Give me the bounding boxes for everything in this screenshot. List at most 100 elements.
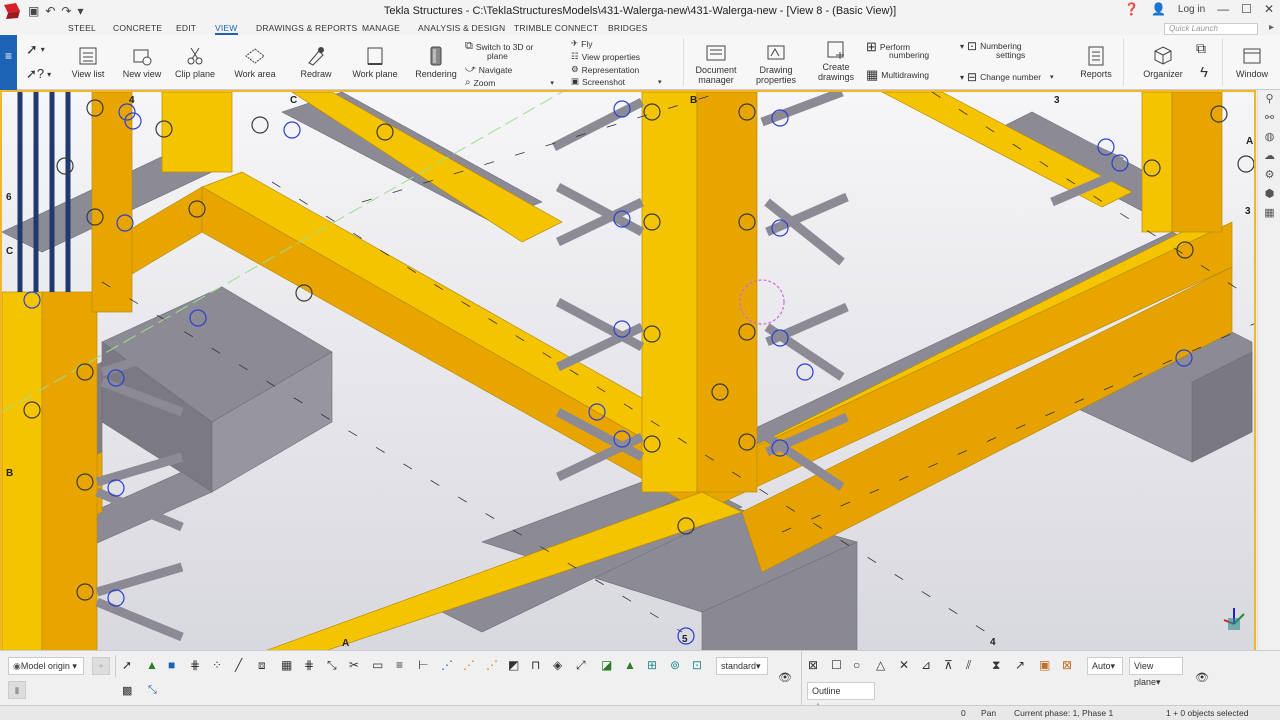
globe-icon[interactable]: ◍ [1258,130,1280,149]
link-icon[interactable]: ⚯ [1258,111,1280,130]
catalog-icon[interactable]: ⬢ [1258,187,1280,206]
login-link[interactable]: Log in [1178,4,1205,15]
select-all-icon[interactable]: ➚ [122,658,132,672]
menu-icon[interactable]: ≡ [0,49,17,63]
view-properties-button[interactable]: ☷ View properties [571,51,640,62]
redraw-button[interactable]: Redraw [298,45,334,79]
select-reinforcement-icon[interactable]: ⋰ [463,658,475,672]
select-surface-icon[interactable]: ■ [168,658,175,672]
select-sheet-icon[interactable]: ⊓ [531,658,540,672]
create-drawings-button[interactable]: Create drawings [814,40,858,82]
snap-extension-icon[interactable]: ⊼ [944,658,953,672]
select-object-icon[interactable]: ⋰ [441,658,453,672]
tab-steel[interactable]: STEEL [68,22,96,35]
outline-planes-select[interactable]: Outline planes▾ [807,682,875,712]
snap-midpoint-icon[interactable]: ⧗ [992,658,1000,673]
standard-select[interactable]: standard▾ [716,657,768,675]
view-plane-select[interactable]: View plane▾ [1129,657,1183,687]
open-icon[interactable]: ▾ [77,4,83,18]
model-3d-render[interactable]: 4 C B 3 6 C B A 3 A 5 4 [2,92,1256,650]
organizer-button[interactable]: Organizer [1140,45,1186,79]
tab-view[interactable]: VIEW [215,22,238,35]
snap-any-icon[interactable]: ⊠ [1062,658,1072,672]
pointer-icon[interactable]: ⤡ [148,684,157,697]
apps-icon[interactable]: ▦ [1258,206,1280,225]
maximize-button[interactable]: ☐ [1241,2,1252,16]
minimize-button[interactable]: — [1217,2,1229,16]
snap-perpendicular-icon[interactable]: ⊿ [921,658,931,672]
snap-end-icon[interactable]: ⊡ [692,658,702,672]
select-bolt-icon[interactable]: ⋕ [304,658,314,672]
origin-delete-button[interactable]: ▮ [8,681,26,699]
select-edge-icon[interactable]: ⤢ [576,658,586,673]
snap-cross-icon[interactable]: ✕ [899,658,909,672]
tab-drawings-reports[interactable]: DRAWINGS & REPORTS [256,22,357,35]
window-button[interactable]: Window [1234,45,1270,79]
snap-triangle-icon[interactable]: △ [876,658,885,672]
view-list-button[interactable]: View list [70,45,106,79]
add-origin-button[interactable]: + [92,657,110,675]
select-points-icon[interactable]: ⁘ [212,658,222,672]
cloud-icon[interactable]: ☁ [1258,149,1280,168]
document-manager-button[interactable]: Document manager [693,43,739,85]
close-button[interactable]: ✕ [1264,2,1274,16]
change-number-button[interactable]: ▾ ⊟ Change number ▾ [960,70,1054,84]
fly-button[interactable]: ✈ Fly [571,38,592,49]
tab-edit[interactable]: EDIT [176,22,196,35]
select-view-icon[interactable]: ▭ [372,658,383,672]
undo-icon[interactable]: ↶ [45,4,55,18]
select-parts-icon[interactable]: ▲ [146,658,158,672]
select-weld-icon[interactable]: ⤡ [327,658,337,673]
model-viewport[interactable]: 4 C B 3 6 C B A 3 A 5 4 [0,90,1256,650]
new-view-button[interactable]: New view [121,45,163,79]
help-icon[interactable]: ❓ [1124,2,1139,16]
select-ok-icon[interactable]: ◪ [601,658,612,672]
snap-free-icon[interactable]: ↗ [1015,658,1025,672]
snap-grid-icon[interactable]: ⊞ [647,658,657,672]
snap-nearest-icon[interactable]: ▣ [1039,658,1050,672]
select-plane-icon[interactable]: ≡ [396,658,403,672]
tab-manage[interactable]: MANAGE [362,22,400,35]
select-cut-icon[interactable]: ✂ [349,658,359,672]
pattern-icon[interactable]: ▩ [122,684,132,697]
more-icon[interactable]: ▸ [1269,22,1274,33]
select-arrow-icon[interactable]: ➚ ▾ [26,41,45,58]
work-plane-button[interactable]: Work plane [351,45,399,79]
navigate-button[interactable]: ⤻ Navigate [465,64,512,75]
visibility-eye-icon[interactable]: 👁 [1195,671,1209,684]
select-line-icon[interactable]: ╱ [235,658,242,672]
user-icon[interactable]: 👤 [1151,2,1166,16]
eye-icon[interactable]: 👁 [778,671,792,684]
redo-icon[interactable]: ↷ [61,4,71,18]
multidrawing-button[interactable]: ▦ Multidrawing [866,67,929,83]
tekla-logo-icon[interactable] [2,1,22,21]
side-menu-strip[interactable]: ≡ [0,35,17,90]
select-filter-icon[interactable]: ▲ [624,658,636,672]
clip-plane-button[interactable]: Clip plane [174,45,216,79]
select-grid-icon[interactable]: ⋕ [190,658,200,672]
tab-trimble-connect[interactable]: TRIMBLE CONNECT [514,22,598,35]
select-help-icon[interactable]: ➚? ▾ [26,66,51,82]
drawing-properties-button[interactable]: Drawing properties [753,43,799,85]
copy-icon[interactable]: ⧉ [1196,40,1206,57]
select-component-icon[interactable]: ▦ [281,658,292,672]
screenshot-button[interactable]: ▣ Screenshot ▾ [571,76,662,87]
snap-rectangle-icon[interactable]: ☐ [831,658,842,672]
save-icon[interactable]: ▣ [28,4,39,18]
select-rebar-icon[interactable]: ⋰ [486,658,498,672]
snap-parallel-icon[interactable]: ⫽ [966,658,971,673]
properties-icon[interactable]: ⚲ [1258,92,1280,111]
model-origin-select[interactable]: ◉Model origin ▾ [8,657,84,675]
snap-circle-icon[interactable]: ○ [853,658,860,672]
select-pour-icon[interactable]: ◩ [508,658,519,672]
select-reference-icon[interactable]: ⊢ [418,658,428,672]
quick-launch-input[interactable]: Quick Launch [1164,23,1258,35]
tab-concrete[interactable]: CONCRETE [113,22,162,35]
select-assembly-icon[interactable]: ⧈ [258,658,266,673]
rendering-button[interactable]: Rendering [413,45,459,79]
auto-select[interactable]: Auto▾ [1087,657,1123,675]
reports-button[interactable]: Reports [1078,45,1114,79]
tab-bridges[interactable]: BRIDGES [608,22,648,35]
zoom-button[interactable]: ⌕ Zoom ▾ [465,77,554,88]
tab-analysis-design[interactable]: ANALYSIS & DESIGN [418,22,505,35]
